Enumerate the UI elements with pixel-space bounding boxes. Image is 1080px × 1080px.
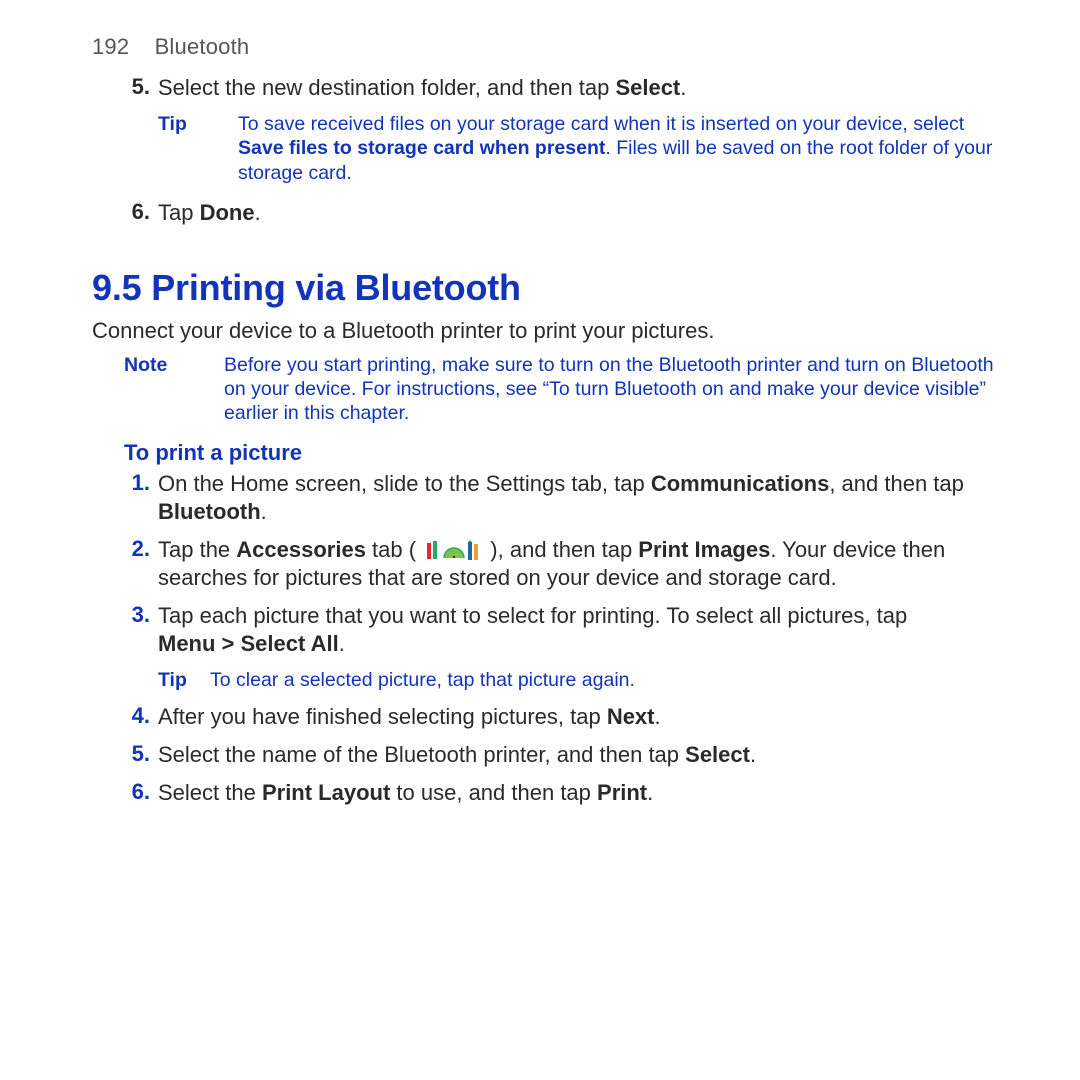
list-text: Tap each picture that you want to select… <box>158 602 995 658</box>
intro-paragraph: Connect your device to a Bluetooth print… <box>92 317 995 345</box>
page-header: 192 Bluetooth <box>92 34 995 60</box>
tip-text: To clear a selected picture, tap that pi… <box>210 669 635 691</box>
manual-page: 192 Bluetooth 5. Select the new destinat… <box>0 0 1080 807</box>
list-item: 4. After you have finished selecting pic… <box>124 703 995 731</box>
note-callout: Note Before you start printing, make sur… <box>124 353 995 426</box>
list-item: 6. Tap Done. <box>124 199 995 227</box>
list-text: Select the Print Layout to use, and then… <box>158 779 995 807</box>
list-text: Tap the Accessories tab ( ), and then ta… <box>158 536 995 592</box>
note-label: Note <box>124 353 167 377</box>
list-text: Select the new destination folder, and t… <box>158 74 995 102</box>
note-text: Before you start printing, make sure to … <box>224 354 994 424</box>
list-number: 5. <box>124 741 150 767</box>
list-text: After you have finished selecting pictur… <box>158 703 995 731</box>
list-item: 5. Select the new destination folder, an… <box>124 74 995 102</box>
list-number: 2. <box>124 536 150 562</box>
list-number: 6. <box>124 199 150 225</box>
steps-list: 1. On the Home screen, slide to the Sett… <box>92 470 995 808</box>
list-text: On the Home screen, slide to the Setting… <box>158 470 995 526</box>
tip-label: Tip <box>158 112 187 136</box>
accessories-tab-icon <box>424 538 482 562</box>
list-number: 5. <box>124 74 150 100</box>
list-item: 5. Select the name of the Bluetooth prin… <box>124 741 995 769</box>
list-item: 6. Select the Print Layout to use, and t… <box>124 779 995 807</box>
list-number: 4. <box>124 703 150 729</box>
list-number: 3. <box>124 602 150 628</box>
section-heading: 9.5 Printing via Bluetooth <box>92 267 995 309</box>
page-number: 192 <box>92 34 129 59</box>
tip-callout: Tip To clear a selected picture, tap tha… <box>158 668 995 692</box>
continuation-list: 5. Select the new destination folder, an… <box>92 74 995 227</box>
list-number: 1. <box>124 470 150 496</box>
tip-callout: Tip To save received files on your stora… <box>158 112 995 185</box>
section-name: Bluetooth <box>155 34 250 59</box>
list-number: 6. <box>124 779 150 805</box>
list-text: Tap Done. <box>158 199 995 227</box>
tip-label: Tip <box>158 668 187 692</box>
list-item: 3. Tap each picture that you want to sel… <box>124 602 995 658</box>
list-item: 2. Tap the Accessories tab ( ), and then… <box>124 536 995 592</box>
list-item: 1. On the Home screen, slide to the Sett… <box>124 470 995 526</box>
list-text: Select the name of the Bluetooth printer… <box>158 741 995 769</box>
subheading: To print a picture <box>92 440 995 466</box>
